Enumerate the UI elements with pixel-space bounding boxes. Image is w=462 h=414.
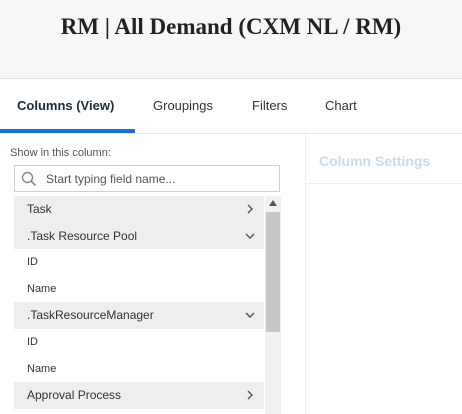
scroll-up-arrow-icon[interactable] [269,200,277,206]
tab-bar: Columns (View) Groupings Filters Chart [0,79,462,134]
field-group-task[interactable]: Task [14,196,264,223]
page-title: RM | All Demand (CXM NL / RM) [60,14,402,39]
chevron-right-icon[interactable] [245,390,255,400]
tab-filters[interactable]: Filters [252,79,287,132]
column-settings-title: Column Settings [319,153,431,169]
tab-groupings[interactable]: Groupings [153,79,213,132]
list-item-label: .TaskResourceManager [27,308,154,323]
field-item-name[interactable]: Name [14,356,264,383]
list-item-label: Name [27,362,57,375]
chevron-down-icon[interactable] [245,310,255,320]
page-header: RM | All Demand (CXM NL / RM) [0,0,462,79]
field-group-task-resource-manager[interactable]: .TaskResourceManager [14,302,264,329]
active-tab-indicator [0,129,135,133]
search-icon [21,171,37,187]
column-settings-panel: Column Settings [306,134,462,414]
field-group-approval-process[interactable]: Approval Process [14,382,264,409]
field-item-id[interactable]: ID [14,329,264,356]
field-list: Task .Task Resource Pool ID Name .TaskRe… [14,196,264,414]
list-item-label: ID [27,335,38,348]
chevron-right-icon[interactable] [245,204,255,214]
tab-chart[interactable]: Chart [325,79,357,132]
list-item-label: Approval Process [27,388,122,403]
tab-columns-view[interactable]: Columns (View) [17,79,114,132]
chevron-down-icon[interactable] [245,231,255,241]
field-list-scrollbar[interactable] [265,196,281,414]
list-item-label: Task [27,202,52,216]
list-item-label: .Task Resource Pool [27,228,138,243]
search-field[interactable] [14,165,280,192]
search-input[interactable] [46,169,276,188]
divider [306,183,462,184]
field-item-name[interactable]: Name [14,276,264,303]
list-item-label: ID [27,256,38,269]
field-picker-panel: Show in this column: Task .Task Resource… [0,134,306,414]
show-in-column-label: Show in this column: [10,147,111,159]
field-group-task-resource-pool[interactable]: .Task Resource Pool [14,222,264,250]
field-item-id[interactable]: ID [14,249,264,276]
list-item-label: Name [27,282,57,295]
scrollbar-thumb[interactable] [266,212,280,332]
